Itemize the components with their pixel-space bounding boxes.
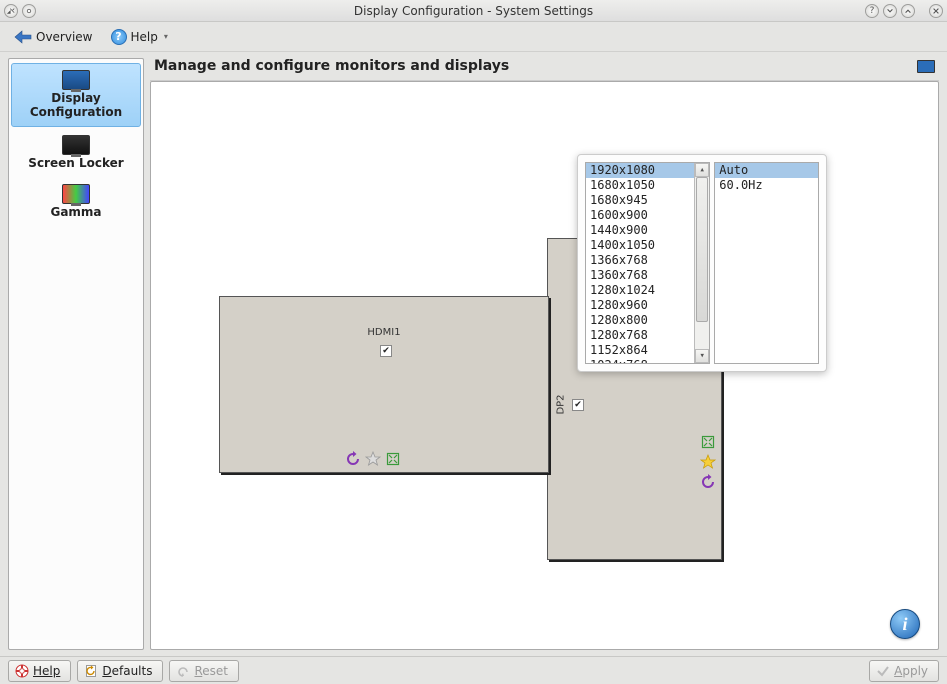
refresh-listbox[interactable]: Auto60.0Hz [714,162,819,364]
document-revert-icon [84,664,98,678]
bottom-bar: Help Defaults Reset Apply [0,656,947,684]
resolution-option[interactable]: 1280x800 [586,313,694,328]
resolution-option[interactable]: 1280x1024 [586,283,694,298]
sidebar-item-label: Gamma [13,206,139,220]
chevron-down-icon: ▾ [164,32,168,41]
window-menu-icon[interactable] [4,4,18,18]
help-titlebar-icon[interactable]: ? [865,4,879,18]
resolution-option[interactable]: 1400x1050 [586,238,694,253]
page-title: Manage and configure monitors and displa… [154,58,509,74]
display-enable-checkbox[interactable]: ✔ [572,399,584,411]
scale-icon[interactable] [699,433,717,451]
help-label: Help [131,30,158,44]
refresh-option[interactable]: Auto [715,163,818,178]
display-canvas[interactable]: DP2 ✔ HDMI1 ✔ [150,81,939,650]
toolbar: Overview ? Help ▾ [0,22,947,52]
help-button-label: Help [33,664,60,678]
window-title: Display Configuration - System Settings [0,4,947,18]
rotate-icon[interactable] [699,473,717,491]
monitor-small-icon [917,60,935,73]
star-outline-icon[interactable] [364,450,382,468]
scroll-up-icon[interactable]: ▴ [695,163,709,177]
titlebar: Display Configuration - System Settings … [0,0,947,22]
check-icon [876,664,890,678]
monitor-dark-icon [62,135,90,155]
display-label: HDMI1 [220,327,548,338]
help-icon: ? [111,29,127,45]
resolution-option[interactable]: 1600x900 [586,208,694,223]
sidebar-item-label: Display Configuration [14,92,138,120]
resolution-option[interactable]: 1152x864 [586,343,694,358]
sidebar-item-display-configuration[interactable]: Display Configuration [11,63,141,127]
arrow-left-icon [14,30,32,44]
scrollbar[interactable]: ▴ ▾ [694,163,709,363]
overview-button[interactable]: Overview [8,28,99,46]
resolution-option[interactable]: 1024x768 [586,358,694,363]
resolution-popup: 1920x10801680x10501680x9451600x9001440x9… [577,154,827,372]
defaults-button[interactable]: Defaults [77,660,163,682]
sidebar-item-screen-locker[interactable]: Screen Locker [11,129,141,177]
display-enable-checkbox[interactable]: ✔ [380,345,392,357]
sticky-icon[interactable] [22,4,36,18]
resolution-option[interactable]: 1680x945 [586,193,694,208]
resolution-listbox[interactable]: 1920x10801680x10501680x9451600x9001440x9… [585,162,710,364]
help-menu-button[interactable]: ? Help ▾ [105,27,174,47]
scroll-down-icon[interactable]: ▾ [695,349,709,363]
resolution-option[interactable]: 1280x960 [586,298,694,313]
help-button[interactable]: Help [8,660,71,682]
maximize-icon[interactable] [901,4,915,18]
scale-icon[interactable] [384,450,402,468]
resolution-option[interactable]: 1440x900 [586,223,694,238]
undo-icon [176,664,190,678]
minimize-icon[interactable] [883,4,897,18]
info-icon[interactable]: i [890,609,920,639]
scrollbar-thumb[interactable] [696,177,708,322]
resolution-option[interactable]: 1280x768 [586,328,694,343]
page-header: Manage and configure monitors and displa… [150,58,939,81]
lifebuoy-icon [15,664,29,678]
display-label: DP2 [556,390,567,420]
star-icon[interactable] [699,453,717,471]
apply-button: Apply [869,660,939,682]
resolution-option[interactable]: 1920x1080 [586,163,694,178]
resolution-option[interactable]: 1360x768 [586,268,694,283]
sidebar: Display Configuration Screen Locker Gamm… [8,58,144,650]
reset-button: Reset [169,660,239,682]
sidebar-item-gamma[interactable]: Gamma [11,178,141,226]
monitor-icon [62,70,90,90]
display-hdmi1[interactable]: HDMI1 ✔ [219,296,549,473]
monitor-gamma-icon [62,184,90,204]
close-icon[interactable] [929,4,943,18]
resolution-option[interactable]: 1680x1050 [586,178,694,193]
overview-label: Overview [36,30,93,44]
sidebar-item-label: Screen Locker [13,157,139,171]
rotate-icon[interactable] [344,450,362,468]
resolution-option[interactable]: 1366x768 [586,253,694,268]
refresh-option[interactable]: 60.0Hz [715,178,818,193]
